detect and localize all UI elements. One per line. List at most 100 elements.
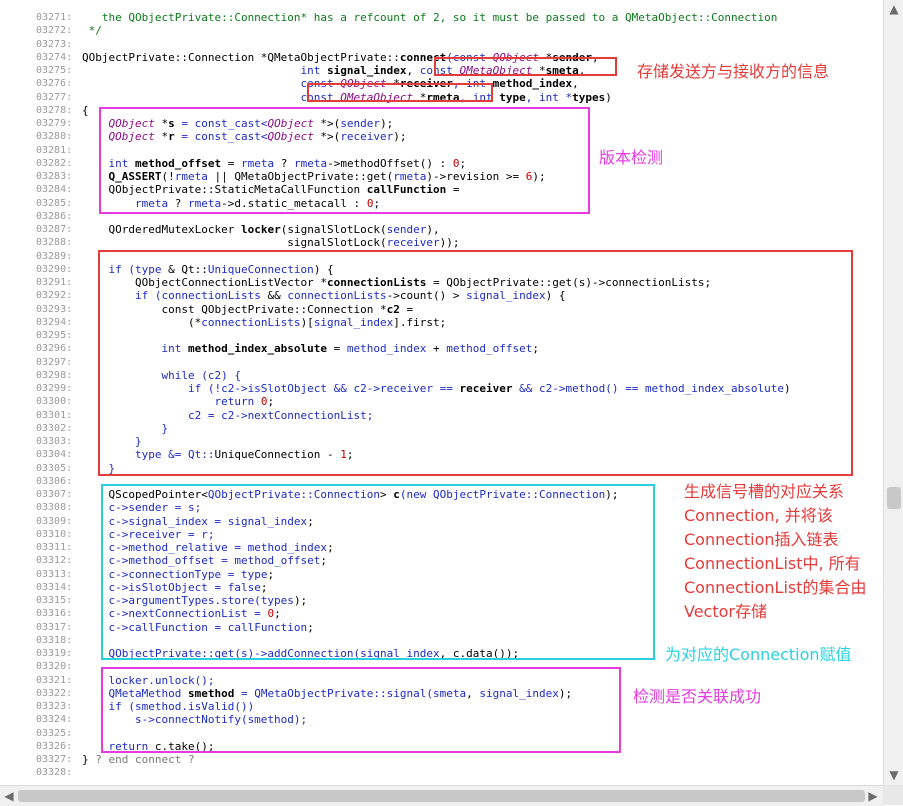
code-token: ); [605,488,619,501]
scroll-left-icon[interactable]: ◀ [2,789,16,803]
code-token: ) { [313,262,334,276]
code-token: signal_index [313,315,394,329]
line-number: 03273: [36,38,73,50]
code-token: c->signal_index = [82,514,228,528]
code-token: c->sender = s; [82,501,202,515]
code-token: connectionLists [161,289,261,303]
code-token: & Qt:: [161,262,208,276]
code-token: 1 [340,448,347,462]
code-token: const [82,90,341,104]
code-text: c2 = c2->nextConnectionList; [82,409,373,422]
code-token: connect [399,50,447,64]
line-number: 03318: [36,634,73,646]
line-number: 03306: [36,475,73,487]
code-token: - [320,448,341,462]
connection-note-line: ConnectionList中, 所有 [684,554,861,573]
code-token: type [240,567,268,581]
code-text: c->sender = s; [82,501,201,514]
scroll-right-icon[interactable]: ▶ [866,789,880,803]
code-token: c->nextConnectionList = [82,607,268,621]
code-token: callFunction [227,620,308,634]
code-token: c->connectionType = [82,567,241,581]
code-token: method_index [492,77,573,91]
code-token: * [413,90,427,104]
code-token: ->methodOffset() : [327,156,453,170]
line-number: 03310: [36,528,73,540]
code-token: ? [274,156,294,170]
code-token: sender [386,223,427,236]
code-token: c->receiver = r; [82,527,215,541]
code-token: (signalSlotLock( [280,223,387,236]
line-number: 03308: [36,502,73,514]
code-text: QMetaMethod smethod = QMetaObjectPrivate… [82,687,572,700]
code-token: QObject [108,117,155,130]
code-token: QObject [267,117,314,130]
line-number: 03298: [36,369,73,381]
code-text: c->isSlotObject = false; [82,581,267,594]
line-number: 03277: [36,91,73,103]
connection-note-line: Connection插入链表 [684,530,839,549]
line-number: 03302: [36,422,73,434]
code-token: ? [168,196,188,210]
code-token: } [82,435,142,448]
line-number: 03272: [36,25,73,37]
line-number: 03289: [36,250,73,262]
line-number: 03282: [36,157,73,169]
code-token: ); [293,594,308,607]
code-token: , [406,64,420,77]
vertical-scroll-thumb[interactable] [887,487,901,509]
code-token: QObject [340,77,387,91]
code-token: signal_index [466,289,546,303]
code-token: } [82,421,169,435]
vertical-scrollbar[interactable]: ▲ ▼ [883,0,903,785]
code-token: QMetaObject [459,64,533,77]
line-number: 03297: [36,356,73,368]
code-token: ) { [545,289,566,303]
connection-note: 生成信号槽的对应关系 Connection, 并将该 Connection插入链… [684,480,867,624]
horizontal-scroll-thumb[interactable] [18,790,865,802]
line-number: 03295: [36,330,73,341]
code-token: Q_ASSERT [108,170,162,183]
code-token: ; [267,395,275,409]
code-text: signalSlotLock(receiver)); [82,236,459,250]
scroll-up-icon[interactable]: ▲ [887,2,901,16]
code-token: s->connectNotify(smethod); [82,713,308,727]
code-token: int [82,342,188,356]
code-text: the QObjectPrivate::Connection* has a re… [82,11,778,24]
code-token: ].first; [393,315,447,329]
line-number: 03281: [36,144,73,156]
code-token: c2 = c2->nextConnectionList; [82,408,374,422]
code-token: *>( [313,117,341,130]
line-number: 03325: [36,727,73,739]
code-token: rmeta [240,156,275,170]
code-token: = QObjectPrivate::get(s)->connectionList… [426,276,712,289]
code-token: , [578,64,586,77]
code-token: { [82,103,89,117]
version-note: 版本检测 [599,148,664,167]
code-editor-viewport[interactable]: 03271: the QObjectPrivate::Connection* h… [0,0,883,785]
code-token: receiver [340,130,394,144]
code-text: int signal_index, const QMetaObject *sme… [82,64,586,77]
code-token: ; [307,620,314,634]
code-token: * [532,64,546,77]
code-text: QObject *r = const_cast<QObject *>(recei… [82,130,407,143]
code-token: ; [327,541,334,554]
code-token: c->argumentTypes.store( [82,594,261,607]
code-token: ); [558,686,573,700]
code-token: ); [532,170,546,183]
line-number: 03303: [36,436,73,447]
line-number: 03294: [36,316,73,328]
code-token: QObjectPrivate::get(s)->addConnection( [82,647,361,660]
scroll-down-icon[interactable]: ▼ [887,768,901,782]
code-token: QMetaObject [340,90,414,104]
line-number: 03320: [36,661,73,673]
horizontal-scrollbar[interactable]: ◀ ▶ [0,785,883,806]
code-token: receiver [386,236,440,250]
code-token: , int * [525,90,573,104]
code-token: = [327,342,347,356]
assign-note: 为对应的Connection赋值 [665,645,852,664]
code-token: while (c2) { [82,368,241,382]
code-text: type &= Qt::UniqueConnection - 1; [82,448,354,461]
line-number: 03305: [36,462,73,474]
